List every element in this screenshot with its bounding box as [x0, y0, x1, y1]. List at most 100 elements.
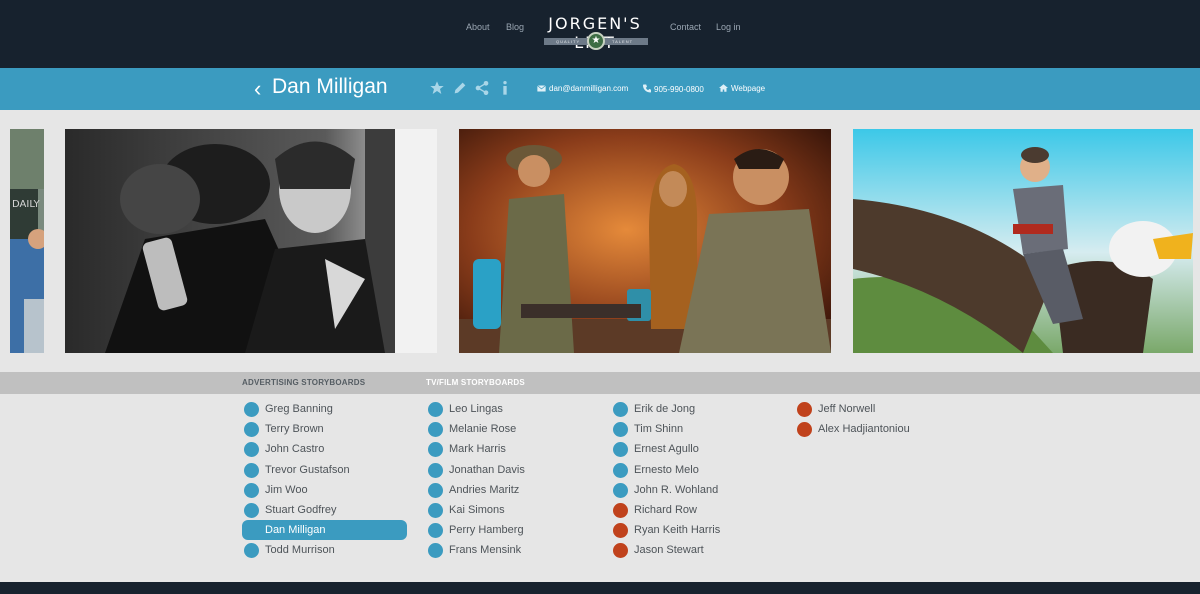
info-icon[interactable] — [497, 80, 515, 98]
roster-item[interactable]: Frans Mensink — [426, 540, 596, 560]
artist-name-label: Ernest Agullo — [634, 443, 699, 456]
share-icon[interactable] — [474, 80, 492, 98]
roster-item[interactable]: Greg Banning — [242, 399, 412, 419]
availability-dot-icon — [428, 422, 443, 438]
nav-link-blog[interactable]: Blog — [506, 22, 524, 32]
artist-name-label: Melanie Rose — [449, 423, 517, 436]
profile-bar: ‹ Dan Milligan dan@danmilligan.com 905-9… — [0, 68, 1200, 110]
roster-item[interactable]: Perry Hamberg — [426, 520, 596, 540]
availability-dot-icon — [244, 502, 259, 518]
storyboard-partial-left[interactable]: DAILY — [10, 129, 44, 353]
email-text: dan@danmilligan.com — [549, 84, 629, 93]
webpage-link: Webpage — [731, 84, 766, 93]
contact-phone[interactable]: 905-990-0800 — [643, 84, 704, 94]
artist-name-label: John Castro — [265, 443, 325, 456]
availability-dot-icon — [428, 482, 443, 498]
site-logo[interactable]: JORGEN'S LIST QUALITY TALENT ★ — [530, 10, 660, 52]
roster-item[interactable]: Tim Shinn — [611, 419, 781, 439]
availability-dot-icon — [613, 402, 628, 417]
roster-item[interactable]: Melanie Rose — [426, 419, 596, 439]
storyboard-aviator-eagle[interactable] — [853, 129, 1193, 353]
footer — [0, 582, 1200, 594]
roster-item[interactable]: Kai Simons — [426, 500, 596, 520]
roster-column-2: Leo Lingas Melanie Rose Mark Harris Jonatha… — [426, 399, 596, 561]
artist-name-label: Trevor Gustafson — [265, 463, 350, 476]
availability-dot-icon — [428, 442, 443, 458]
roster-item[interactable]: Ernesto Melo — [611, 460, 781, 480]
roster-item[interactable]: Erik de Jong — [611, 399, 781, 419]
storyboard-explorer-tomb[interactable] — [459, 129, 831, 353]
artist-name-label: Stuart Godfrey — [265, 503, 337, 516]
artist-name-label: John R. Wohland — [634, 483, 719, 496]
artist-name-label: Kai Simons — [449, 503, 505, 516]
artist-name-label: Jeff Norwell — [818, 403, 876, 415]
roster-item[interactable]: Andries Maritz — [426, 480, 596, 500]
availability-dot-icon — [613, 462, 628, 478]
envelope-icon — [537, 85, 546, 92]
artist-name-label: Jason Stewart — [634, 544, 704, 557]
contact-webpage[interactable]: Webpage — [719, 84, 765, 93]
artist-name-label: Dan Milligan — [265, 524, 326, 537]
tab-tv-film-storyboards[interactable]: TV/FILM STORYBOARDS — [426, 378, 525, 387]
roster-item[interactable]: Ryan Keith Harris — [611, 520, 781, 540]
artist-name-label: Jim Woo — [265, 483, 308, 496]
artist-name-label: Greg Banning — [265, 403, 333, 415]
chevron-left-icon[interactable]: ‹ — [254, 76, 270, 102]
availability-dot-icon — [428, 502, 443, 518]
roster-item[interactable]: Jonathan Davis — [426, 460, 596, 480]
availability-dot-icon — [244, 422, 259, 438]
roster-column-4: Jeff Norwell Alex Hadjiantoniou — [795, 399, 965, 439]
roster-item[interactable]: Jason Stewart — [611, 540, 781, 560]
availability-dot-icon — [613, 442, 628, 458]
logo-tag-left: QUALITY — [556, 39, 581, 44]
roster-column-1: Greg Banning Terry Brown John Castro Trevor… — [242, 399, 412, 561]
artist-name-label: Terry Brown — [265, 423, 324, 436]
roster-item[interactable]: Jeff Norwell — [795, 399, 965, 419]
artist-name-label: Alex Hadjiantoniou — [818, 423, 910, 436]
storyboard-gallery: DAILY — [0, 110, 1200, 372]
roster-item[interactable]: Trevor Gustafson — [242, 460, 412, 480]
nav-link-about[interactable]: About — [466, 22, 490, 32]
nav-link-login[interactable]: Log in — [716, 22, 741, 32]
tab-advertising-storyboards[interactable]: ADVERTISING STORYBOARDS — [242, 378, 365, 387]
roster-item[interactable]: Stuart Godfrey — [242, 500, 412, 520]
availability-dot-icon — [244, 402, 259, 417]
roster-item[interactable]: Jim Woo — [242, 480, 412, 500]
storyboard-soldiers-bw[interactable] — [65, 129, 437, 353]
availability-dot-icon — [613, 543, 628, 559]
phone-icon — [643, 84, 651, 93]
roster-item[interactable]: Alex Hadjiantoniou — [795, 419, 965, 439]
availability-dot-icon — [244, 482, 259, 498]
roster-item[interactable]: John R. Wohland — [611, 480, 781, 500]
pencil-icon[interactable] — [452, 80, 470, 98]
availability-dot-icon — [244, 543, 259, 559]
logo-tag-right: TALENT — [612, 39, 634, 44]
star-icon[interactable] — [429, 80, 447, 98]
home-icon — [719, 84, 728, 92]
artist-name-label: Tim Shinn — [634, 423, 684, 436]
artist-name-label: Todd Murrison — [265, 544, 335, 557]
roster-column-3: Erik de Jong Tim Shinn Ernest Agullo Ernest… — [611, 399, 781, 561]
artist-name-label: Mark Harris — [449, 443, 506, 456]
artist-name-label: Andries Maritz — [449, 483, 520, 496]
roster-item[interactable]: Todd Murrison — [242, 540, 412, 560]
availability-dot-icon — [613, 422, 628, 438]
artist-name: Dan Milligan — [272, 75, 388, 98]
roster-item[interactable]: Terry Brown — [242, 419, 412, 439]
nav-link-contact[interactable]: Contact — [670, 22, 701, 32]
contact-email[interactable]: dan@danmilligan.com — [537, 84, 628, 93]
artist-name-label: Perry Hamberg — [449, 524, 524, 537]
artist-name-label: Richard Row — [634, 503, 697, 516]
availability-dot-icon — [613, 502, 628, 518]
roster-item[interactable]: Dan Milligan — [242, 520, 407, 541]
phone-text: 905-990-0800 — [654, 85, 704, 94]
availability-dot-icon — [797, 422, 812, 438]
roster-item[interactable]: Leo Lingas — [426, 399, 596, 419]
roster-item[interactable]: Mark Harris — [426, 439, 596, 459]
availability-dot-icon — [428, 523, 443, 539]
roster-item[interactable]: John Castro — [242, 439, 412, 459]
roster-item[interactable]: Richard Row — [611, 500, 781, 520]
availability-dot-icon — [244, 442, 259, 458]
roster-item[interactable]: Ernest Agullo — [611, 439, 781, 459]
top-navigation: About Blog JORGEN'S LIST QUALITY TALENT … — [0, 0, 1200, 68]
